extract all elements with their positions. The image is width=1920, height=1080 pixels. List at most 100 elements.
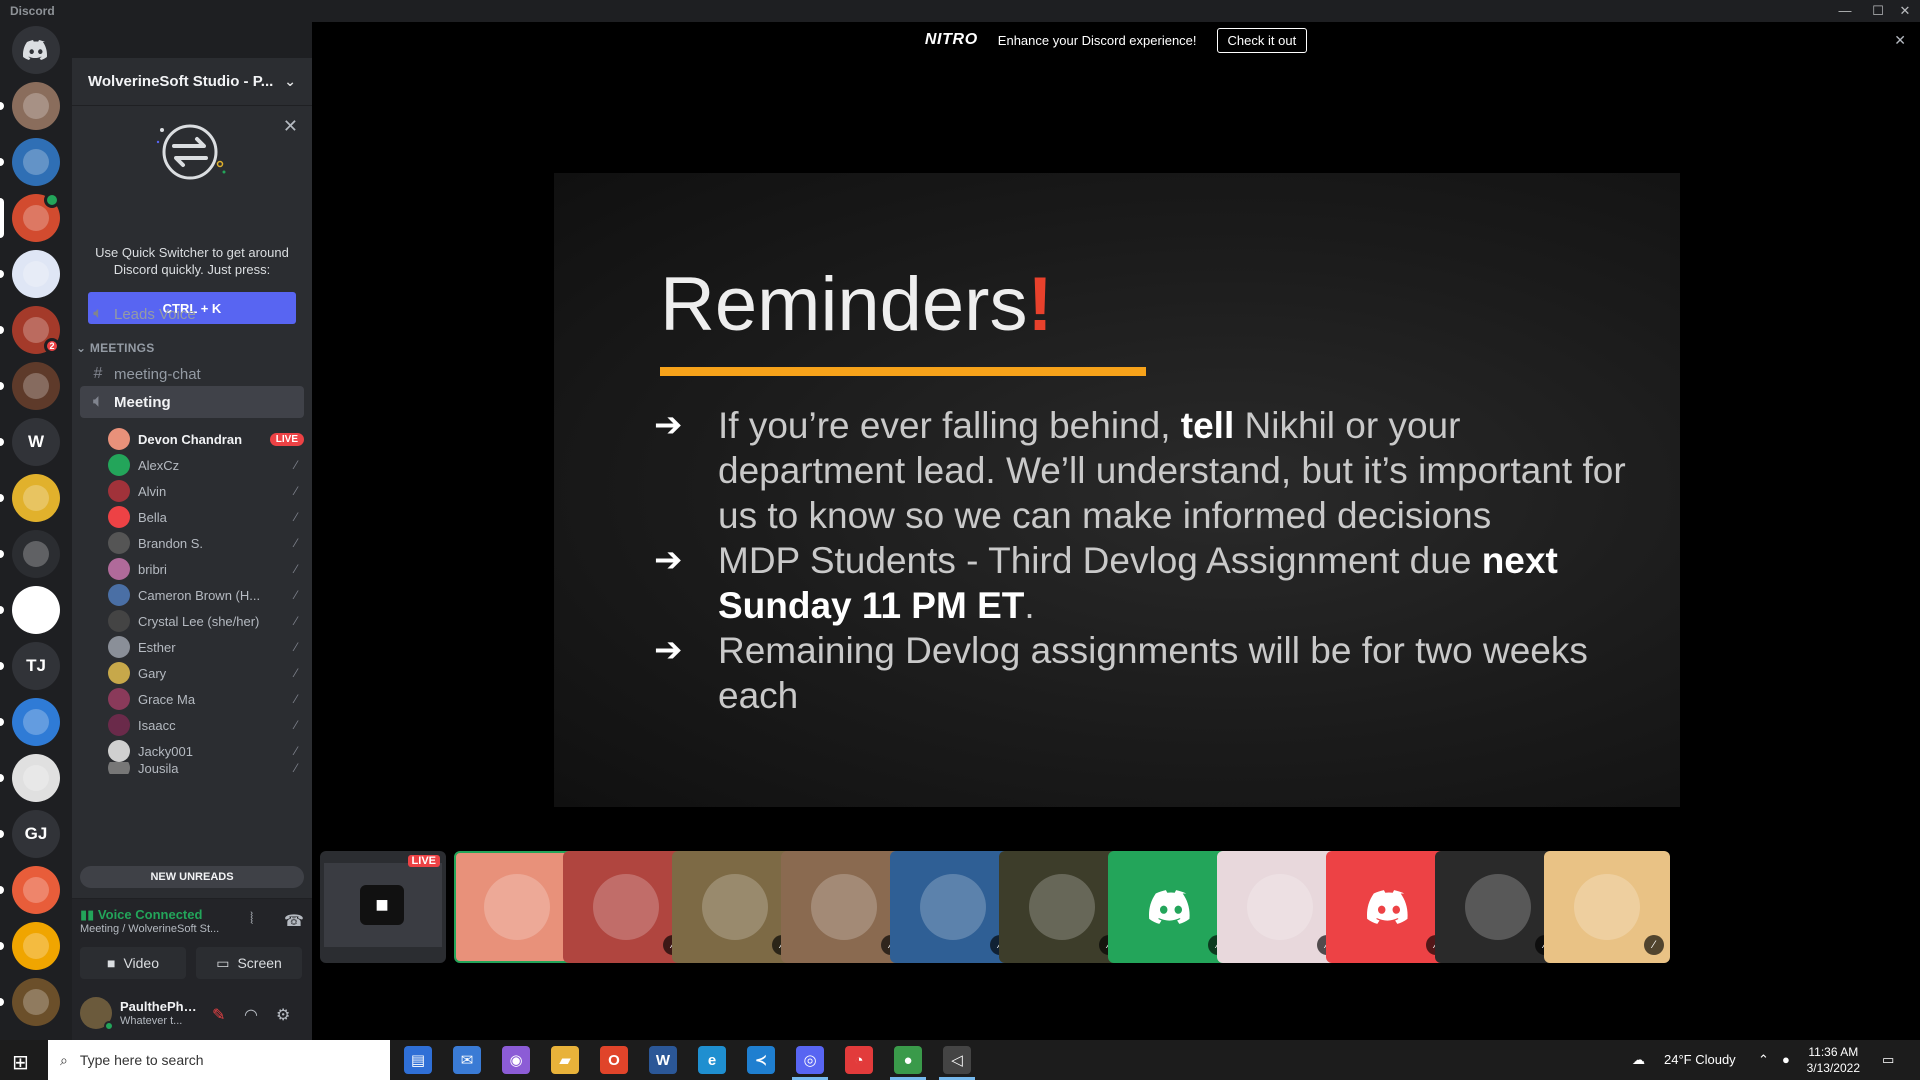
controller-server[interactable] [12, 754, 60, 802]
close-window-icon[interactable]: ✕ [1890, 2, 1920, 20]
mask-server-icon [23, 373, 49, 399]
windows-start-icon[interactable]: ⊞ [12, 1050, 29, 1075]
participant-tile[interactable] [454, 851, 580, 963]
mic-muted-icon: ⁄ [294, 484, 297, 498]
mic-muted-icon: ⁄ [294, 744, 297, 758]
unread-pill [0, 198, 4, 238]
mic-muted-icon: ⁄ [294, 588, 297, 602]
headphones-icon[interactable]: ◠ [244, 1005, 258, 1025]
bird-avatar-icon [484, 874, 550, 940]
taskbar-search[interactable]: ⌕ Type here to search [48, 1040, 390, 1080]
participant-tile[interactable]: ⁄ [1435, 851, 1561, 963]
app-glyph: ● [903, 1051, 913, 1069]
folder-icon[interactable]: ▰ [551, 1046, 579, 1074]
mic-muted-icon: ⁄ [294, 762, 297, 774]
live-stream-tile[interactable]: LIVE ■ [320, 851, 446, 963]
participant-tile[interactable]: ⁄ [999, 851, 1125, 963]
store-icon[interactable]: ▤ [404, 1046, 432, 1074]
app-glyph: ◎ [803, 1052, 817, 1069]
maximize-icon[interactable]: ☐ [1863, 2, 1893, 20]
voice-connected-status[interactable]: ▮▮ Voice Connected [80, 907, 202, 923]
book-server[interactable] [12, 866, 60, 914]
mail-icon[interactable]: ✉ [453, 1046, 481, 1074]
art-avatar-icon [811, 874, 877, 940]
voice-user-name: Alvin [138, 483, 167, 499]
disconnect-icon[interactable]: ☎ [284, 911, 304, 931]
voice-location[interactable]: Meeting / WolverineSoft St... [80, 923, 230, 935]
shared-screen-slide[interactable]: Reminders! ➔ If you’re ever falling behin… [554, 173, 1680, 807]
office-icon[interactable]: O [600, 1046, 628, 1074]
discord-taskbar-icon[interactable]: ◎ [796, 1046, 824, 1074]
participant-tile[interactable]: ⁄ [1108, 851, 1234, 963]
pattern-server[interactable] [12, 250, 60, 298]
microphone-icon[interactable]: ● [1782, 1052, 1790, 1067]
animal-avatar-icon [1465, 874, 1531, 940]
discord-home-button[interactable] [12, 26, 60, 74]
mask-server[interactable] [12, 362, 60, 410]
server-initials: W [27, 432, 45, 451]
steam-like-icon[interactable]: ◔ [845, 1046, 873, 1074]
avatar [108, 558, 130, 580]
mic-muted-icon: ⁄ [294, 666, 297, 680]
notification-icon[interactable]: ▭ [1882, 1052, 1894, 1068]
m-server[interactable] [12, 922, 60, 970]
helmet-server[interactable] [12, 530, 60, 578]
mic-muted-icon[interactable]: ✎ [212, 1005, 225, 1025]
bullet-text-end: . [1024, 585, 1035, 626]
participant-tile[interactable]: ⁄ [890, 851, 1016, 963]
fox-server[interactable] [12, 82, 60, 130]
server-gj[interactable]: GJ [12, 810, 60, 858]
vscode-icon[interactable]: ≺ [747, 1046, 775, 1074]
participant-tile[interactable]: ⁄ [1326, 851, 1452, 963]
username[interactable]: PaulthePhil... [120, 999, 200, 1014]
chrome-icon[interactable]: ● [894, 1046, 922, 1074]
clock[interactable]: 11:36 AM 3/13/2022 [1807, 1044, 1860, 1076]
edge-icon[interactable]: e [698, 1046, 726, 1074]
gear-bot-server[interactable] [12, 698, 60, 746]
voice-user-row[interactable]: Jousila ⁄ [108, 762, 304, 774]
screen-label: Screen [237, 955, 282, 971]
screen-share-button[interactable]: ▭ Screen [196, 947, 302, 979]
yin-yang-server[interactable] [12, 138, 60, 186]
weather-icon[interactable]: ☁ [1632, 1052, 1645, 1068]
participant-tile[interactable]: ⁄ [563, 851, 689, 963]
new-unreads-pill[interactable]: NEW UNREADS [80, 866, 304, 888]
mic-muted-icon: ⁄ [294, 640, 297, 654]
video-button[interactable]: ■ Video [80, 947, 186, 979]
planet-avatar-icon [920, 874, 986, 940]
avatar [108, 688, 130, 710]
unread-pill [0, 158, 4, 166]
server-tj[interactable]: TJ [12, 642, 60, 690]
channel-meeting[interactable]: 🔈︎ Meeting [80, 386, 304, 418]
participant-tile[interactable]: ⁄ [1544, 851, 1670, 963]
avatar [108, 714, 130, 736]
close-banner-icon[interactable]: ✕ [1894, 32, 1906, 49]
server-w[interactable]: W [12, 418, 60, 466]
unity-icon[interactable]: ◁ [943, 1046, 971, 1074]
weather-text[interactable]: 24°F Cloudy [1664, 1052, 1736, 1067]
swap-arrows-icon [156, 124, 226, 180]
check-it-out-button[interactable]: Check it out [1216, 27, 1308, 53]
noise-suppression-icon[interactable]: ⦚ [250, 911, 253, 929]
spiderman-avatar-icon [593, 874, 659, 940]
settings-gear-icon[interactable]: ⚙ [276, 1005, 290, 1025]
app-glyph: e [707, 1051, 717, 1069]
participant-tile[interactable]: ⁄ [672, 851, 798, 963]
close-icon[interactable]: ✕ [283, 116, 298, 137]
github-icon[interactable]: ◉ [502, 1046, 530, 1074]
video-label: Video [123, 955, 160, 971]
x-server[interactable] [12, 474, 60, 522]
mention-badge: 2 [44, 338, 60, 354]
word-icon[interactable]: W [649, 1046, 677, 1074]
bloom-server[interactable] [12, 978, 60, 1026]
app-glyph: ≺ [754, 1052, 768, 1069]
r-server[interactable] [12, 586, 60, 634]
category-meetings[interactable]: ⌄ MEETINGS [76, 341, 154, 355]
tray-chevron-icon[interactable]: ⌃ [1758, 1052, 1769, 1068]
guild-header[interactable]: WolverineSoft Studio - P... ⌄ [72, 58, 312, 106]
channel-leads-voice[interactable]: 🔈︎ Leads Voice [80, 298, 304, 330]
sunglasses-server-icon [23, 317, 49, 343]
participant-tile[interactable]: ⁄ [1217, 851, 1343, 963]
minimize-icon[interactable]: — [1830, 2, 1860, 20]
participant-tile[interactable]: ⁄ [781, 851, 907, 963]
